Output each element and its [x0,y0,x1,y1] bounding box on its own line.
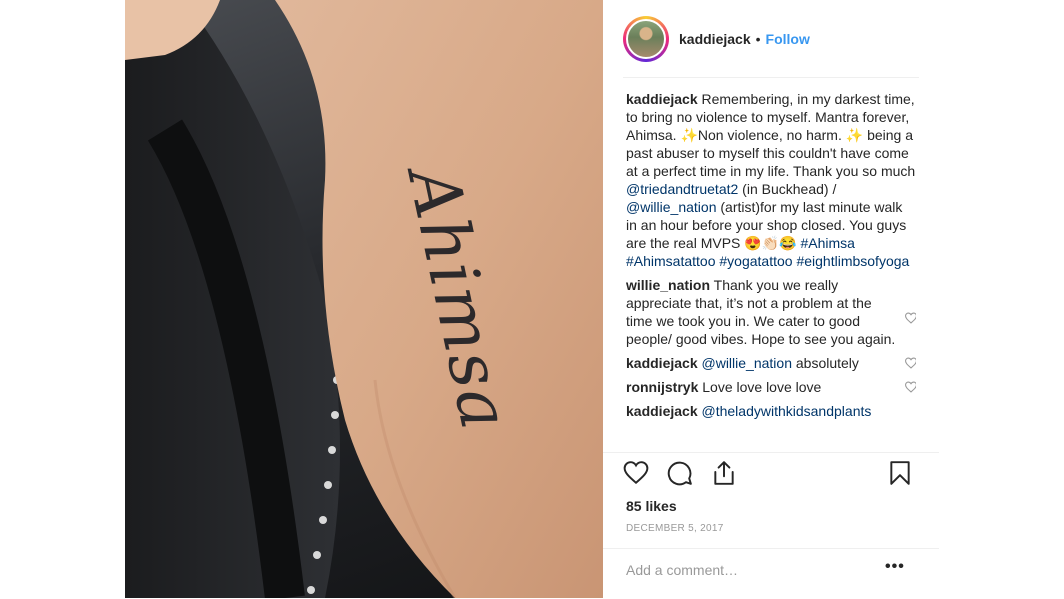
likes-count[interactable]: 85 likes [626,498,677,514]
bookmark-icon[interactable] [887,460,913,486]
hashtag-link[interactable]: #Ahimsa [800,235,854,251]
separator-dot: • [755,31,761,47]
post-photo: Ahimsa [125,0,603,598]
comment-username[interactable]: willie_nation [626,277,710,293]
header-username[interactable]: kaddiejack [679,31,751,47]
comment-text: Love love love love [698,379,822,395]
caption-text: (in Buckhead) / [738,181,837,197]
comment-username[interactable]: ronnijstryk [626,379,698,395]
comment-item: kaddiejack @theladywithkidsandplants [626,402,916,420]
comment-item: willie_nation Thank you we really apprec… [626,276,916,348]
heart-icon[interactable] [904,312,916,324]
caption: kaddiejack Remembering, in my darkest ti… [626,90,916,270]
tattoo-arm-photo [125,0,603,598]
more-options-button[interactable]: ••• [885,558,905,576]
mention-link[interactable]: @triedandtruetat2 [626,181,738,197]
divider [603,452,939,453]
comment-icon[interactable] [667,460,693,486]
comment-item: kaddiejack @willie_nation absolutely [626,354,916,372]
instagram-post: Ahimsa kaddiejack • Follow kaddiejack Re… [125,0,939,598]
comment-item: ronnijstryk Love love love love [626,378,916,396]
heart-icon[interactable] [904,381,916,393]
comment-username[interactable]: kaddiejack [626,355,698,371]
heart-icon[interactable] [904,357,916,369]
mention-link[interactable]: @willie_nation [702,355,792,371]
post-side-panel: kaddiejack • Follow kaddiejack Rememberi… [603,0,939,598]
mention-link[interactable]: @theladywithkidsandplants [702,403,872,419]
post-header: kaddiejack • Follow [623,14,919,64]
share-icon[interactable] [711,460,737,486]
comments-list[interactable]: kaddiejack Remembering, in my darkest ti… [626,90,916,452]
mention-link[interactable]: @willie_nation [626,199,716,215]
action-bar [623,460,919,490]
caption-username[interactable]: kaddiejack [626,91,698,107]
avatar-image [626,19,666,59]
hashtag-link[interactable]: #Ahimsatattoo [626,253,716,269]
post-date[interactable]: DECEMBER 5, 2017 [626,523,724,534]
heart-icon[interactable] [623,460,649,486]
hashtag-link[interactable]: #yogatattoo [719,253,792,269]
comment-text: absolutely [791,355,859,371]
comment-username[interactable]: kaddiejack [626,403,698,419]
add-comment-input[interactable] [626,560,866,580]
divider [623,77,919,78]
avatar[interactable] [623,16,669,62]
hashtag-link[interactable]: #eightlimbsofyoga [796,253,909,269]
follow-button[interactable]: Follow [766,31,810,47]
divider [603,548,939,549]
